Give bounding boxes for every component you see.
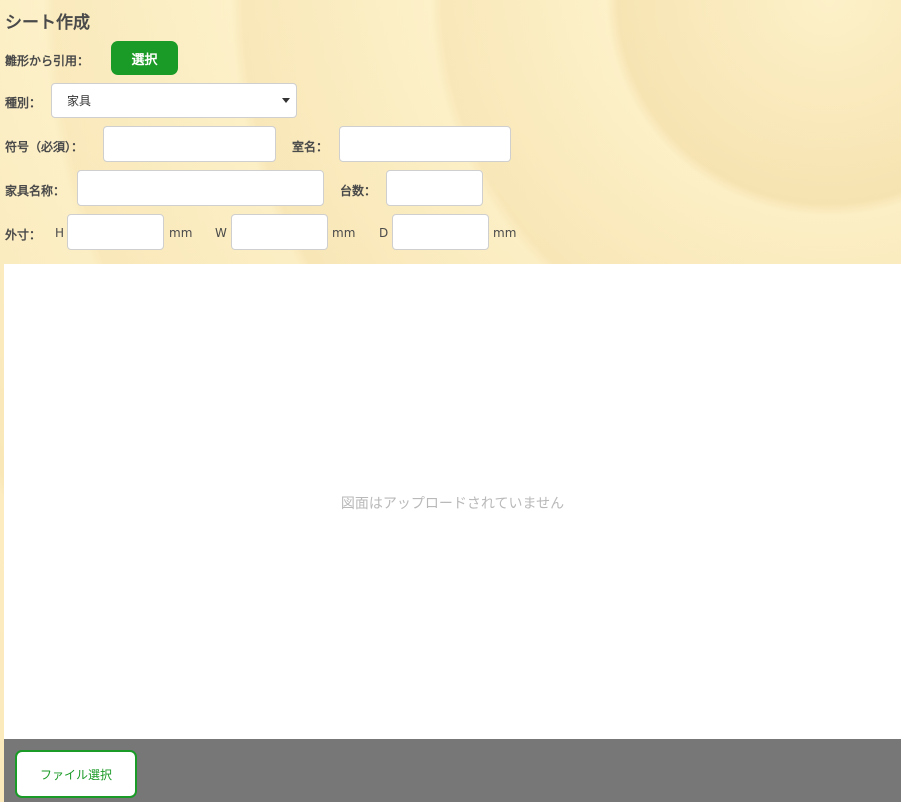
drawing-preview-area: 図面はアップロードされていません (4, 264, 901, 739)
dimensions-label: 外寸： (5, 228, 42, 242)
furniture-name-label: 家具名称： (5, 184, 66, 198)
category-select-value: 家具 (67, 94, 92, 108)
room-input[interactable] (339, 126, 511, 162)
height-input[interactable] (67, 214, 164, 250)
page-title: シート作成 (5, 13, 90, 33)
width-label: W (215, 226, 227, 240)
height-label: H (55, 226, 65, 240)
width-unit: mm (332, 226, 356, 240)
depth-unit: mm (493, 226, 517, 240)
category-select[interactable]: 家具 (51, 83, 297, 118)
depth-label: D (379, 226, 389, 240)
empty-preview-message: 図面はアップロードされていません (340, 496, 565, 512)
code-label: 符号（必須）： (5, 140, 84, 154)
footer-bar: ファイル選択 (4, 739, 901, 802)
chevron-down-icon (282, 98, 290, 103)
template-select-button[interactable]: 選択 (111, 41, 178, 75)
file-select-button[interactable]: ファイル選択 (15, 750, 137, 798)
template-label: 雛形から引用： (5, 54, 90, 68)
count-input[interactable] (386, 170, 483, 206)
height-unit: mm (169, 226, 193, 240)
width-input[interactable] (231, 214, 328, 250)
room-label: 室名： (292, 140, 329, 154)
count-label: 台数： (340, 184, 377, 198)
depth-input[interactable] (392, 214, 489, 250)
furniture-name-input[interactable] (77, 170, 324, 206)
code-input[interactable] (103, 126, 276, 162)
category-label: 種別： (5, 96, 42, 110)
